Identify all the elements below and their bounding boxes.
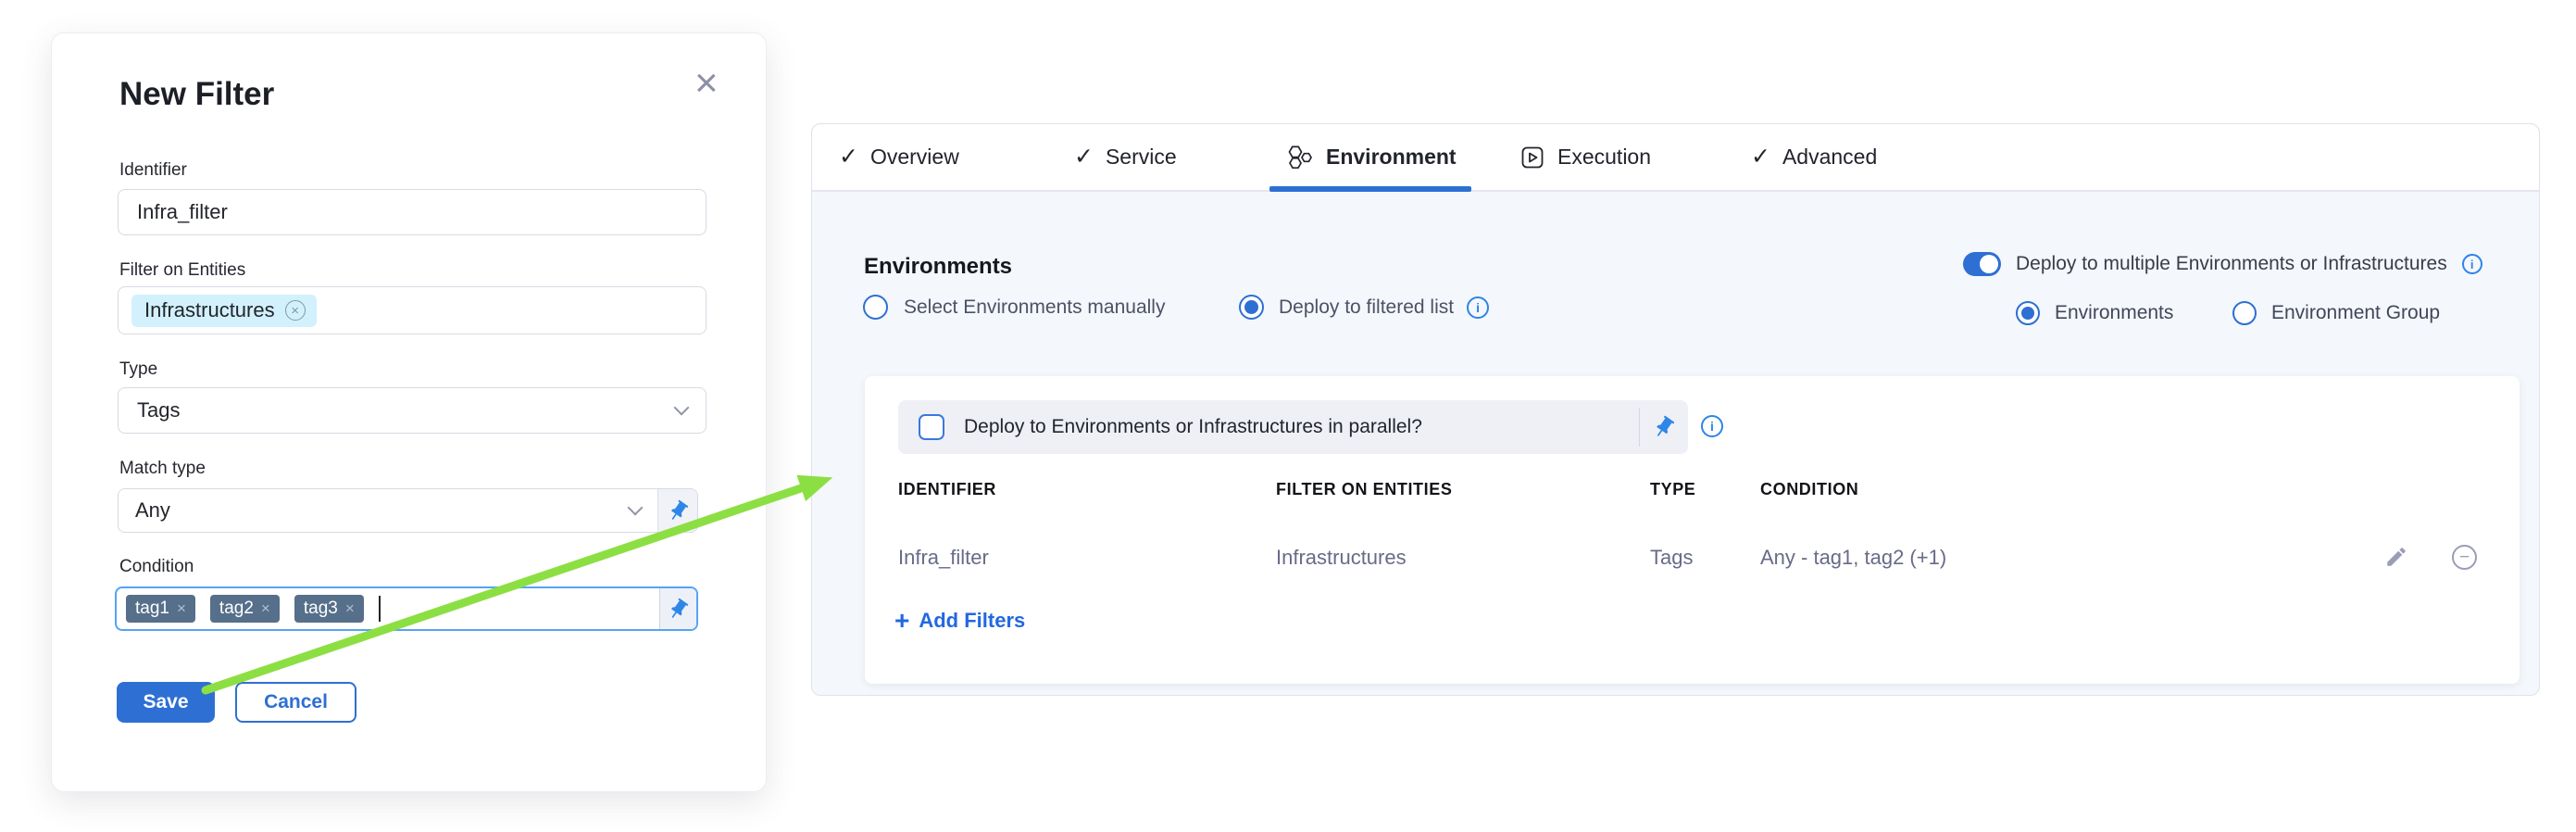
tab-label: Execution <box>1557 145 1651 170</box>
tag-remove-icon[interactable]: × <box>345 599 355 618</box>
chip-label: Infrastructures <box>144 298 275 322</box>
match-type-value-area[interactable]: Any <box>119 489 657 532</box>
condition-input[interactable]: tag1 × tag2 × tag3 × <box>115 586 698 631</box>
tab-service[interactable]: ✓ Service <box>1074 124 1177 190</box>
plus-icon: + <box>894 608 909 634</box>
tag-chip: tag3 × <box>294 595 364 623</box>
tag-label: tag3 <box>304 599 338 619</box>
tab-execution[interactable]: Execution <box>1519 124 1651 190</box>
check-icon: ✓ <box>1074 145 1094 169</box>
radio-label: Deploy to filtered list <box>1279 296 1454 319</box>
pin-button[interactable] <box>657 489 697 532</box>
add-filters-label: Add Filters <box>919 609 1025 633</box>
radio-label: Select Environments manually <box>904 296 1165 319</box>
filter-on-entities-input[interactable]: Infrastructures × <box>118 286 707 334</box>
match-type-label: Match type <box>119 459 206 479</box>
radio-label: Environment Group <box>2271 302 2440 324</box>
tab-bar: ✓ Overview ✓ Service Environment <box>812 124 2539 192</box>
cell-filter-on-entities: Infrastructures <box>1276 546 1407 570</box>
radio-label: Environments <box>2055 302 2173 324</box>
add-filters-button[interactable]: + Add Filters <box>894 608 1025 634</box>
radio-icon[interactable] <box>1239 295 1264 320</box>
cell-identifier: Infra_filter <box>898 546 989 570</box>
pin-button[interactable] <box>659 588 696 629</box>
identifier-value: Infra_filter <box>137 200 228 224</box>
radio-environment-group[interactable]: Environment Group <box>2232 301 2440 325</box>
tab-label: Advanced <box>1782 145 1877 170</box>
info-icon[interactable]: i <box>2462 254 2482 274</box>
environment-icon <box>1286 144 1314 171</box>
close-icon[interactable]: × <box>694 63 719 104</box>
tab-advanced[interactable]: ✓ Advanced <box>1751 124 1877 190</box>
toggle-label: Deploy to multiple Environments or Infra… <box>2016 253 2447 275</box>
info-icon[interactable]: i <box>1467 296 1489 319</box>
filters-card: Deploy to Environments or Infrastructure… <box>865 376 2520 684</box>
edit-icon[interactable] <box>2384 545 2408 574</box>
radio-environments[interactable]: Environments <box>2016 301 2173 325</box>
execution-icon <box>1519 145 1545 170</box>
tag-remove-icon[interactable]: × <box>261 599 270 618</box>
remove-icon[interactable]: − <box>2452 545 2477 570</box>
column-header: FILTER ON ENTITIES <box>1276 480 1452 499</box>
environments-heading: Environments <box>864 254 1012 280</box>
pin-icon <box>667 598 690 621</box>
info-icon[interactable]: i <box>1701 415 1723 437</box>
cell-type: Tags <box>1650 546 1693 570</box>
radio-icon[interactable] <box>2232 301 2257 325</box>
pin-button[interactable] <box>1640 415 1688 439</box>
radio-select-environments-manually[interactable]: Select Environments manually <box>863 295 1165 320</box>
tag-label: tag1 <box>135 599 169 619</box>
match-type-select[interactable]: Any <box>118 488 698 533</box>
stage-config-panel: ✓ Overview ✓ Service Environment <box>811 123 2540 696</box>
chevron-down-icon <box>628 500 644 516</box>
deploy-multiple-toggle[interactable] <box>1963 252 2001 276</box>
radio-deploy-to-filtered-list[interactable]: Deploy to filtered list i <box>1239 295 1489 320</box>
parallel-deploy-row: Deploy to Environments or Infrastructure… <box>898 400 1688 454</box>
infrastructures-chip: Infrastructures × <box>131 295 317 327</box>
tab-label: Overview <box>870 145 959 170</box>
text-cursor <box>379 596 381 622</box>
type-select[interactable]: Tags <box>118 387 707 434</box>
pin-icon <box>1652 415 1676 439</box>
radio-icon[interactable] <box>2016 301 2040 325</box>
match-type-value: Any <box>135 498 170 523</box>
tag-chip: tag2 × <box>210 595 280 623</box>
condition-label: Condition <box>119 557 194 577</box>
tag-label: tag2 <box>219 599 254 619</box>
radio-icon[interactable] <box>863 295 888 320</box>
new-filter-modal: × New Filter Identifier Infra_filter Fil… <box>51 32 767 792</box>
identifier-label: Identifier <box>119 160 187 181</box>
filter-on-entities-label: Filter on Entities <box>119 260 245 281</box>
check-icon: ✓ <box>1751 145 1770 169</box>
chip-remove-icon[interactable]: × <box>285 300 306 321</box>
active-tab-indicator <box>1269 186 1471 192</box>
tag-chip: tag1 × <box>126 595 195 623</box>
modal-title: New Filter <box>119 76 274 113</box>
type-label: Type <box>119 359 157 380</box>
identifier-input[interactable]: Infra_filter <box>118 189 707 235</box>
tab-overview[interactable]: ✓ Overview <box>839 124 959 190</box>
tag-remove-icon[interactable]: × <box>177 599 186 618</box>
page: × New Filter Identifier Infra_filter Fil… <box>0 0 2576 832</box>
tab-environment[interactable]: Environment <box>1286 124 1457 190</box>
type-value: Tags <box>137 398 180 422</box>
column-header: TYPE <box>1650 480 1695 499</box>
condition-chips: tag1 × tag2 × tag3 × <box>117 595 659 623</box>
check-icon: ✓ <box>839 145 858 169</box>
column-header: CONDITION <box>1760 480 1858 499</box>
chevron-down-icon <box>674 400 690 416</box>
tab-label: Service <box>1106 145 1177 170</box>
deploy-multiple-toggle-group: Deploy to multiple Environments or Infra… <box>1963 252 2482 276</box>
save-button[interactable]: Save <box>117 682 215 723</box>
column-header: IDENTIFIER <box>898 480 996 499</box>
parallel-checkbox-label: Deploy to Environments or Infrastructure… <box>964 416 1422 438</box>
cancel-button[interactable]: Cancel <box>235 682 356 723</box>
parallel-checkbox[interactable] <box>919 414 944 440</box>
tab-label: Environment <box>1326 145 1457 170</box>
cell-condition: Any - tag1, tag2 (+1) <box>1760 546 1946 570</box>
pin-icon <box>667 499 690 523</box>
